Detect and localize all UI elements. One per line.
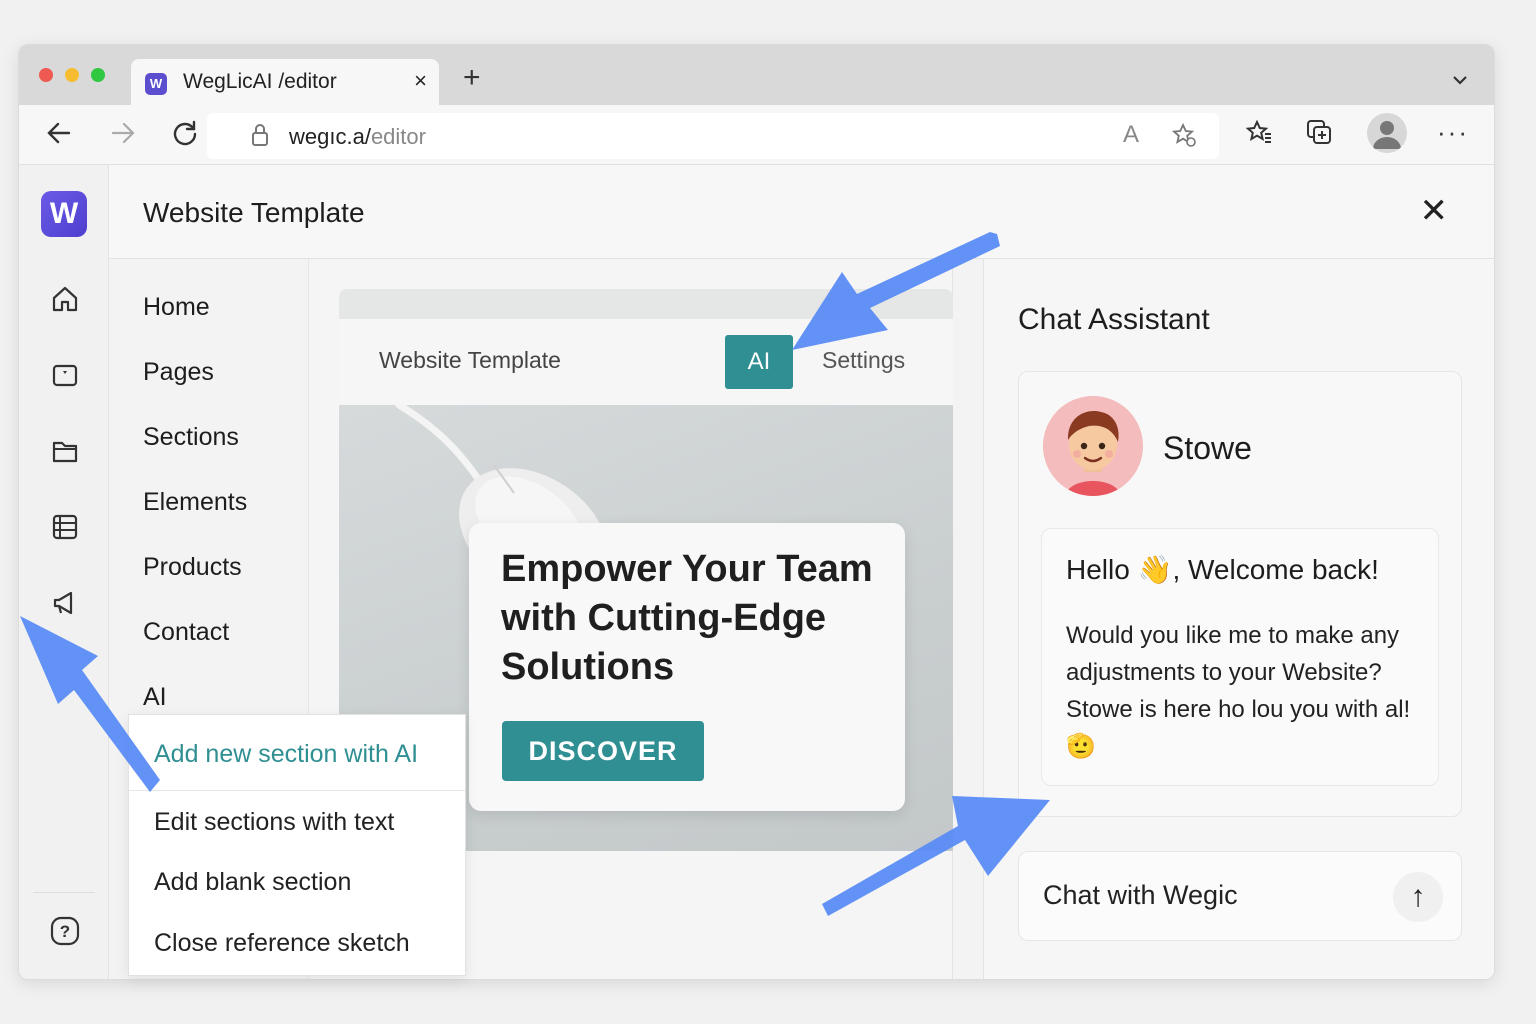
- editor-header: Website Template ✕: [109, 165, 1494, 259]
- hero-title: Empower Your Team with Cutting-Edge Solu…: [501, 548, 873, 688]
- folder-icon[interactable]: [49, 435, 81, 467]
- message-greeting: Hello 👋, Welcome back!: [1066, 554, 1379, 585]
- assistant-message: Hello 👋, Welcome back! Would you like me…: [1041, 528, 1439, 786]
- chat-card: Stowe Hello 👋, Welcome back! Would you l…: [1018, 371, 1462, 817]
- url-host: wegıc.a/: [289, 124, 371, 149]
- menu-item-edit-sections-text[interactable]: Edit sections with text: [154, 808, 394, 837]
- assistant-avatar: [1043, 396, 1143, 496]
- assistant-name: Stowe: [1163, 430, 1252, 466]
- chat-panel: Chat Assistant Stowe Hello 👋, Welcome ba…: [983, 259, 1494, 979]
- maximize-window-button[interactable]: [91, 68, 105, 82]
- favorites-icon[interactable]: [1245, 118, 1273, 150]
- lock-icon[interactable]: [251, 123, 269, 153]
- favorite-add-icon[interactable]: [1171, 122, 1197, 155]
- home-icon[interactable]: [49, 283, 81, 315]
- assistant-face-icon: [1043, 396, 1143, 496]
- nav-item-sections[interactable]: Sections: [143, 423, 239, 452]
- tab-title: WegLicAI /editor: [183, 70, 337, 93]
- profile-avatar[interactable]: [1367, 113, 1407, 153]
- chat-title: Chat Assistant: [1018, 303, 1210, 336]
- message-body: Would you like me to make any adjustment…: [1066, 622, 1411, 760]
- icon-rail: W ?: [19, 165, 109, 979]
- url-text[interactable]: wegıc.a/editor: [289, 124, 426, 150]
- preview-header: Website Template AI Settings: [339, 319, 953, 405]
- send-button[interactable]: ↑: [1393, 872, 1443, 922]
- app-logo[interactable]: W: [41, 191, 87, 237]
- tab-close-icon[interactable]: ×: [414, 68, 427, 94]
- tab-strip: W WegLicAI /editor × +: [19, 45, 1494, 105]
- close-icon[interactable]: ✕: [1420, 191, 1449, 231]
- nav-item-contact[interactable]: Contact: [143, 618, 229, 647]
- nav-item-products[interactable]: Products: [143, 553, 242, 582]
- url-path: editor: [370, 124, 426, 149]
- discover-button[interactable]: DISCOVER: [502, 721, 704, 781]
- collections-icon[interactable]: [1305, 118, 1333, 150]
- menu-item-add-ai-section[interactable]: Add new section with AI: [154, 740, 418, 769]
- browser-tab[interactable]: W WegLicAI /editor ×: [131, 59, 439, 105]
- megaphone-icon[interactable]: [49, 587, 81, 619]
- nav-item-pages[interactable]: Pages: [143, 358, 214, 387]
- menu-item-add-blank-section[interactable]: Add blank section: [154, 868, 351, 897]
- nav-item-ai[interactable]: AI: [143, 683, 167, 712]
- chat-input[interactable]: Chat with Wegic ↑: [1018, 851, 1462, 941]
- page-title: Website Template: [143, 197, 365, 228]
- rail-divider: [33, 892, 95, 893]
- more-icon[interactable]: ···: [1437, 117, 1469, 148]
- reload-icon[interactable]: [171, 119, 199, 152]
- ai-dropdown-menu: Add new section with AI Edit sections wi…: [128, 714, 466, 976]
- nav-item-home[interactable]: Home: [143, 293, 210, 322]
- menu-divider: [129, 790, 465, 791]
- menu-item-close-reference-sketch[interactable]: Close reference sketch: [154, 929, 410, 958]
- profile-icon: [1373, 121, 1401, 149]
- address-bar[interactable]: wegıc.a/editor A: [207, 113, 1219, 159]
- read-aloud-icon[interactable]: A: [1123, 121, 1139, 149]
- tab-favicon: W: [145, 73, 167, 95]
- hero-card: Empower Your Team with Cutting-Edge Solu…: [469, 523, 905, 811]
- tab-list-chevron-icon[interactable]: [1452, 65, 1468, 91]
- minimize-window-button[interactable]: [65, 68, 79, 82]
- address-toolbar: wegıc.a/editor A ···: [19, 105, 1494, 165]
- nav-item-elements[interactable]: Elements: [143, 488, 247, 517]
- help-icon[interactable]: ?: [49, 915, 81, 947]
- back-icon[interactable]: [45, 119, 73, 152]
- list-icon[interactable]: [49, 511, 81, 543]
- new-tab-button[interactable]: +: [463, 63, 481, 93]
- forward-icon[interactable]: [109, 119, 137, 152]
- settings-tab[interactable]: Settings: [822, 347, 905, 374]
- preview-title: Website Template: [379, 347, 561, 373]
- layout-icon[interactable]: [49, 359, 81, 391]
- chat-input-placeholder: Chat with Wegic: [1043, 880, 1238, 910]
- close-window-button[interactable]: [39, 68, 53, 82]
- svg-text:?: ?: [60, 922, 70, 941]
- ai-tab[interactable]: AI: [725, 335, 793, 389]
